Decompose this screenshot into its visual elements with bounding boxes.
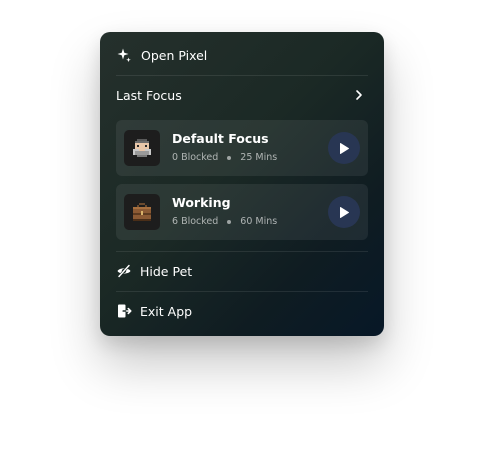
focus-duration: 60 Mins bbox=[240, 216, 278, 227]
focus-card-working[interactable]: Working 6 Blocked 60 Mins bbox=[116, 184, 368, 240]
play-icon bbox=[338, 142, 350, 155]
blocked-count: 0 Blocked bbox=[172, 152, 219, 163]
exit-icon bbox=[116, 303, 132, 319]
focus-card-default[interactable]: Default Focus 0 Blocked 25 Mins bbox=[116, 120, 368, 176]
open-pixel-item[interactable]: Open Pixel bbox=[100, 40, 384, 70]
chevron-right-icon bbox=[354, 89, 364, 101]
last-focus-item[interactable]: Last Focus bbox=[100, 80, 384, 110]
exit-app-item[interactable]: Exit App bbox=[100, 296, 384, 326]
briefcase-icon bbox=[124, 194, 160, 230]
hide-pet-item[interactable]: Hide Pet bbox=[100, 256, 384, 286]
pixel-character-icon bbox=[124, 130, 160, 166]
focus-title: Working bbox=[172, 195, 231, 210]
separator-dot bbox=[227, 155, 232, 160]
sparkle-icon bbox=[116, 47, 132, 63]
eye-off-icon bbox=[116, 263, 132, 279]
play-icon bbox=[338, 206, 350, 219]
focus-meta: 0 Blocked 25 Mins bbox=[172, 152, 277, 163]
focus-title: Default Focus bbox=[172, 131, 269, 146]
focus-duration: 25 Mins bbox=[240, 152, 278, 163]
hide-pet-label: Hide Pet bbox=[140, 263, 193, 279]
play-button[interactable] bbox=[328, 196, 360, 228]
play-button[interactable] bbox=[328, 132, 360, 164]
exit-app-label: Exit App bbox=[140, 303, 193, 319]
last-focus-label: Last Focus bbox=[116, 87, 182, 103]
separator-dot bbox=[227, 219, 232, 224]
divider bbox=[116, 75, 368, 76]
open-pixel-label: Open Pixel bbox=[141, 47, 208, 63]
divider bbox=[116, 251, 368, 252]
blocked-count: 6 Blocked bbox=[172, 216, 219, 227]
context-menu: Open Pixel Last Focus Default Focus 0 Bl… bbox=[100, 32, 384, 336]
divider bbox=[116, 291, 368, 292]
focus-meta: 6 Blocked 60 Mins bbox=[172, 216, 277, 227]
